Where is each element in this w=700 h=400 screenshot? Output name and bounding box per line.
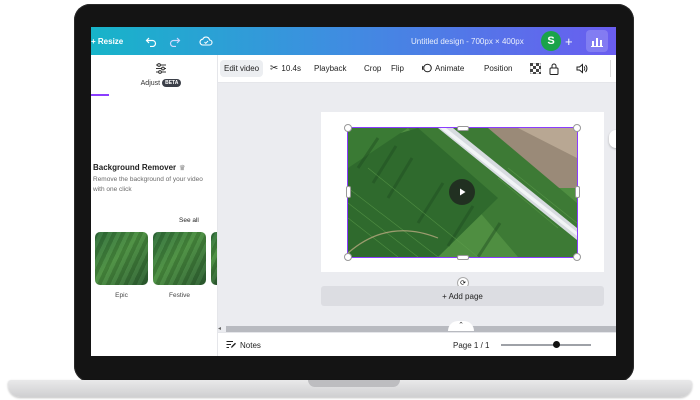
zoom-slider-thumb[interactable] (553, 341, 560, 348)
resize-handle-bottom[interactable] (457, 255, 469, 260)
selection-border (347, 127, 578, 258)
cloud-save-icon[interactable] (199, 27, 213, 55)
tab-adjust[interactable]: Adjust BETA (131, 63, 191, 87)
editor-toolbar: Edit video ✂ 10.4s Playback Crop Flip Ani… (218, 55, 616, 83)
resize-button[interactable]: + Resize (91, 27, 123, 55)
bg-remover-description: Remove the background of your video with… (93, 176, 203, 193)
plus-icon[interactable]: + (565, 27, 573, 55)
filter-thumbnail-festive[interactable] (153, 232, 206, 285)
transparency-icon[interactable] (530, 55, 541, 82)
panel-toggle-button[interactable] (609, 130, 616, 148)
edit-video-button[interactable]: Edit video (220, 60, 264, 77)
adjust-label: Adjust (140, 79, 161, 87)
chart-wrap (586, 27, 608, 55)
beta-badge: BETA (162, 79, 182, 87)
design-title[interactable]: Untitled design - 700px × 400px (411, 27, 524, 55)
top-bar: + Resize Untitled design - 700px × 400px… (91, 27, 616, 55)
resize-handle-bottom-left[interactable] (344, 253, 352, 261)
playback-button[interactable]: Playback (314, 55, 346, 82)
page-indicator[interactable]: Page 1 / 1 (453, 333, 489, 356)
avatar-wrap: S (541, 27, 561, 55)
notes-icon (226, 340, 236, 351)
undo-icon[interactable] (145, 27, 157, 55)
filter-label: Festive (169, 292, 190, 299)
volume-icon[interactable] (576, 55, 588, 82)
crown-icon: ♛ (179, 165, 186, 172)
resize-handle-left[interactable] (346, 186, 351, 198)
lock-icon[interactable] (549, 55, 559, 82)
left-panel: Adjust BETA Background Remover ♛ Remove th… (91, 55, 218, 356)
animate-label: Animate (435, 64, 465, 73)
add-page-button[interactable]: + Add page (321, 286, 604, 306)
filter-thumbnail-partial[interactable] (211, 232, 217, 285)
filter-label: Epic (115, 292, 128, 299)
bg-remover-heading[interactable]: Background Remover ♛ (93, 163, 185, 172)
resize-handle-right[interactable] (575, 186, 580, 198)
animate-icon (421, 63, 432, 75)
toolbar-divider (610, 60, 611, 77)
notes-label: Notes (240, 340, 261, 350)
scissors-icon: ✂ (270, 63, 279, 74)
resize-handle-top[interactable] (457, 126, 469, 131)
expand-timeline-chevron-icon[interactable]: ⌃ (448, 321, 474, 331)
avatar[interactable]: S (541, 31, 561, 51)
flip-button[interactable]: Flip (391, 55, 404, 82)
insights-chart-icon[interactable] (586, 30, 608, 52)
active-tab-indicator (91, 94, 109, 96)
filter-thumbnail-epic[interactable] (95, 232, 148, 285)
app-screen: + Resize Untitled design - 700px × 400px… (91, 27, 616, 356)
sliders-icon (131, 63, 191, 76)
bg-remover-title: Background Remover (93, 163, 177, 172)
zoom-slider-track[interactable] (501, 344, 591, 346)
animate-button[interactable]: Animate (421, 55, 465, 82)
redo-icon[interactable] (169, 27, 181, 55)
resize-handle-top-left[interactable] (344, 124, 352, 132)
see-all-link[interactable]: See all (179, 217, 199, 224)
trim-button[interactable]: ✂ 10.4s (270, 55, 301, 82)
crop-button[interactable]: Crop (364, 55, 381, 82)
resize-handle-bottom-right[interactable] (573, 253, 581, 261)
laptop-notch (308, 380, 400, 387)
resize-handle-top-right[interactable] (573, 124, 581, 132)
duration-label: 10.4s (281, 64, 301, 73)
notes-button[interactable]: Notes (226, 333, 261, 356)
bottom-bar: Notes Page 1 / 1 (218, 332, 616, 356)
position-button[interactable]: Position (484, 55, 512, 82)
